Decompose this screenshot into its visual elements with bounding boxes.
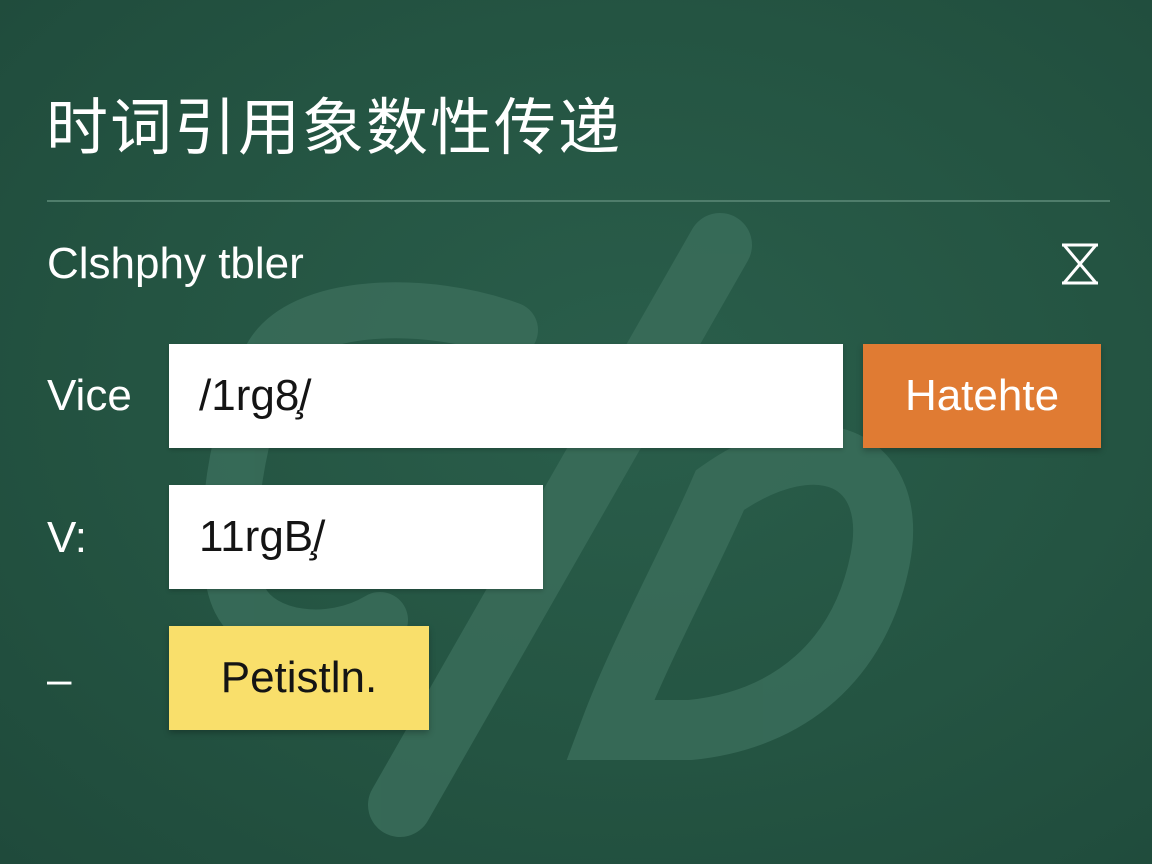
row-label-vice: Vice [47,371,132,420]
close-button[interactable] [1058,240,1102,288]
row-label-dash: – [47,655,72,704]
vice-field[interactable]: /1rg8̧/ [169,344,843,448]
secondary-action-button[interactable]: Petistln. [169,626,429,730]
background-right-shape [566,424,914,760]
page-title: 时词引用象数性传递 [46,91,623,164]
primary-action-button[interactable]: Hatehte [863,344,1101,448]
header-divider [47,200,1110,202]
row-label-v: V: [47,513,87,562]
panel-subtitle: Clshphy tbler [47,239,304,288]
hourglass-close-icon [1062,243,1098,285]
v-field[interactable]: 11rgB̧/ [169,485,543,589]
